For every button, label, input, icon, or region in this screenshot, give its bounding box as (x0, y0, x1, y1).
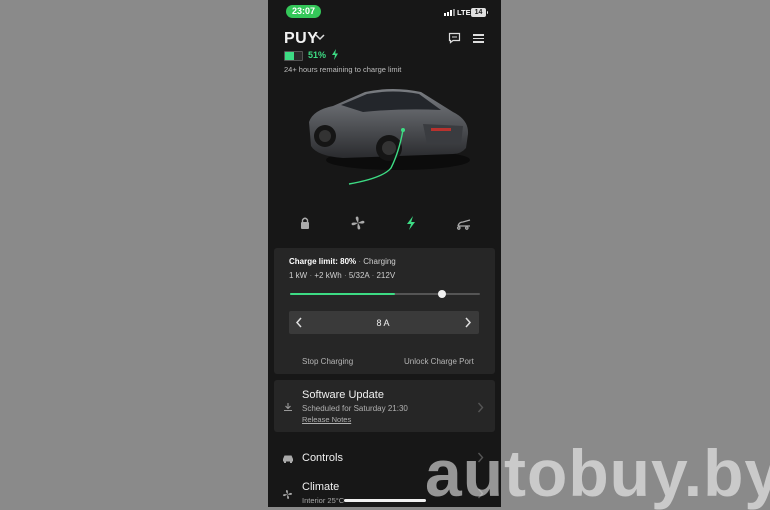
charging-tab-icon[interactable] (403, 215, 419, 231)
network-label: LTE (457, 8, 471, 17)
chevron-right-icon (477, 402, 484, 413)
trunk-icon[interactable] (456, 215, 472, 231)
download-icon (284, 403, 292, 412)
separator: · (371, 271, 375, 280)
menu-icon[interactable] (473, 33, 484, 43)
phone-battery-icon: 14 (471, 8, 488, 17)
phone-screen: 23:07 LTE 14 PUY 51% 24+ hours remaining… (268, 0, 501, 507)
release-notes-link[interactable]: Release Notes (302, 415, 351, 424)
chevron-down-icon[interactable] (314, 32, 326, 42)
controls-menu-item[interactable]: Controls (302, 452, 343, 464)
separator: · (358, 257, 362, 266)
software-update-title: Software Update (302, 389, 384, 401)
battery-percent: 51% (308, 50, 327, 60)
software-update-schedule: Scheduled for Saturday 21:30 (302, 404, 408, 413)
charge-current: 5/32A (348, 271, 370, 280)
charge-power: 1 kW (289, 271, 308, 280)
interior-temperature: Interior 25°C (302, 496, 345, 505)
chevron-right-icon[interactable] (464, 317, 472, 328)
charge-limit-line: Charge limit: 80% · Charging (289, 257, 396, 266)
status-time: 23:07 (286, 5, 321, 18)
signal-icon (444, 9, 455, 16)
car-icon (283, 455, 293, 463)
amps-value: 8 A (376, 318, 390, 328)
car-image (309, 89, 470, 185)
separator: · (343, 271, 347, 280)
fan-icon[interactable] (350, 215, 366, 231)
fan-icon (283, 490, 292, 499)
watermark: autobuy.by (425, 436, 770, 510)
message-icon[interactable] (448, 32, 461, 44)
chevron-left-icon[interactable] (295, 317, 303, 328)
charge-voltage: 212V (376, 271, 396, 280)
home-indicator[interactable] (344, 499, 426, 502)
charge-time-remaining: 24+ hours remaining to charge limit (284, 65, 402, 74)
unlock-charge-port-button[interactable]: Unlock Charge Port (404, 357, 474, 366)
charge-level-fill (290, 293, 395, 295)
climate-menu-item[interactable]: Climate (302, 481, 339, 493)
charge-limit-handle[interactable] (438, 290, 446, 298)
separator: · (309, 271, 313, 280)
charging-stats: 1 kW · +2 kWh · 5/32A · 212V (289, 271, 395, 280)
charging-bolt-icon (332, 49, 338, 60)
vehicle-battery-fill (285, 52, 294, 60)
lock-icon[interactable] (297, 215, 313, 231)
stop-charging-button[interactable]: Stop Charging (302, 357, 353, 366)
charge-limit-label: Charge limit: 80% (289, 257, 357, 266)
charging-state: Charging (363, 257, 396, 266)
energy-added: +2 kWh (314, 271, 342, 280)
